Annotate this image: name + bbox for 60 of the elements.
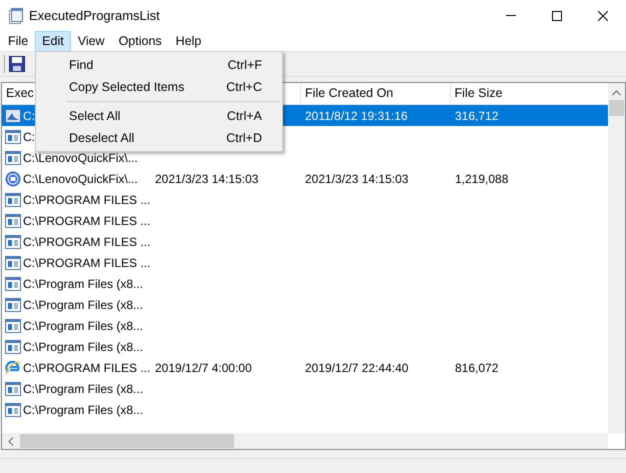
menu-item[interactable]: Options: [112, 31, 169, 53]
table-cell: 816,072: [455, 360, 498, 374]
window-icon: [5, 298, 21, 312]
table-cell[interactable]: C:\PROGRAM FILES ...: [23, 192, 150, 206]
window-icon: [5, 340, 21, 354]
window-icon: [5, 276, 21, 290]
table-cell: 2019/12/7 22:44:40: [305, 360, 408, 374]
table-cell: 2021/3/23 14:15:03: [155, 172, 258, 186]
window-icon: [5, 382, 21, 396]
window-icon: [5, 150, 21, 164]
table-cell[interactable]: C:\Program Files (x8...: [23, 276, 144, 290]
table-cell[interactable]: C:\PROGRAM FILES ...: [23, 214, 150, 228]
table-cell[interactable]: C:: [23, 108, 35, 122]
table-cell[interactable]: C:\LenovoQuickFix\...: [23, 172, 138, 186]
table-cell[interactable]: C:\PROGRAM FILES ...: [23, 360, 150, 374]
table-cell: 1,219,088: [455, 172, 508, 186]
scroll-up-icon[interactable]: [612, 90, 621, 96]
table-cell: 2011/8/12 19:31:16: [305, 108, 408, 122]
table-cell[interactable]: C:\PROGRAM FILES ...: [23, 234, 150, 248]
menu-option[interactable]: Deselect All Ctrl+D: [36, 127, 282, 149]
scroll-thumb[interactable]: [609, 100, 624, 116]
table-cell[interactable]: C:\Program Files (x8...: [23, 340, 144, 354]
close-icon[interactable]: [598, 10, 608, 20]
window-icon: [5, 256, 21, 270]
table-cell: 316,712: [455, 108, 498, 122]
circle-icon: [5, 170, 21, 186]
menu-option[interactable]: Find Ctrl+F: [36, 54, 282, 76]
table-cell: 2019/12/7 4:00:00: [155, 360, 252, 374]
scroll-left-icon[interactable]: [8, 436, 14, 446]
window-title: ExecutedProgramsList: [29, 8, 161, 23]
horizontal-scrollbar[interactable]: [2, 433, 608, 449]
browser-e-icon: [5, 360, 21, 376]
table-cell[interactable]: C:\LenovoQuickFix\...: [23, 150, 138, 164]
menu-option[interactable]: Select All Ctrl+A: [36, 105, 282, 127]
window-icon: [5, 192, 21, 206]
table-cell[interactable]: C:\Program Files (x8...: [23, 318, 144, 332]
table-cell[interactable]: C:\PROGRAM FILES ...: [23, 256, 150, 270]
menu-item[interactable]: File: [1, 31, 36, 53]
window-icon: [5, 130, 21, 144]
table-cell[interactable]: C:\Program Files (x8...: [23, 298, 144, 312]
column-header[interactable]: File Size: [450, 83, 608, 104]
menu-item[interactable]: Edit: [35, 31, 71, 53]
app-icon: [9, 8, 23, 24]
menu-item[interactable]: View: [70, 31, 112, 53]
table-cell: 2021/3/23 14:15:03: [305, 172, 408, 186]
save-icon[interactable]: [9, 56, 25, 72]
vertical-scrollbar[interactable]: [608, 83, 625, 433]
app-icon: [5, 108, 21, 124]
window-icon: [5, 318, 21, 332]
table-cell[interactable]: C:\Program Files (x8...: [23, 382, 144, 396]
window-icon: [5, 402, 21, 416]
window-icon: [5, 234, 21, 248]
column-header[interactable]: File Created On: [301, 83, 451, 104]
table-cell[interactable]: C:: [23, 130, 35, 144]
maximize-icon[interactable]: [552, 10, 562, 20]
menu-item[interactable]: Help: [168, 31, 208, 53]
window-icon: [5, 214, 21, 228]
menu-option[interactable]: Copy Selected Items Ctrl+C: [36, 76, 282, 98]
table-cell[interactable]: C:\Program Files (x8...: [23, 402, 144, 416]
scroll-thumb[interactable]: [20, 434, 234, 448]
